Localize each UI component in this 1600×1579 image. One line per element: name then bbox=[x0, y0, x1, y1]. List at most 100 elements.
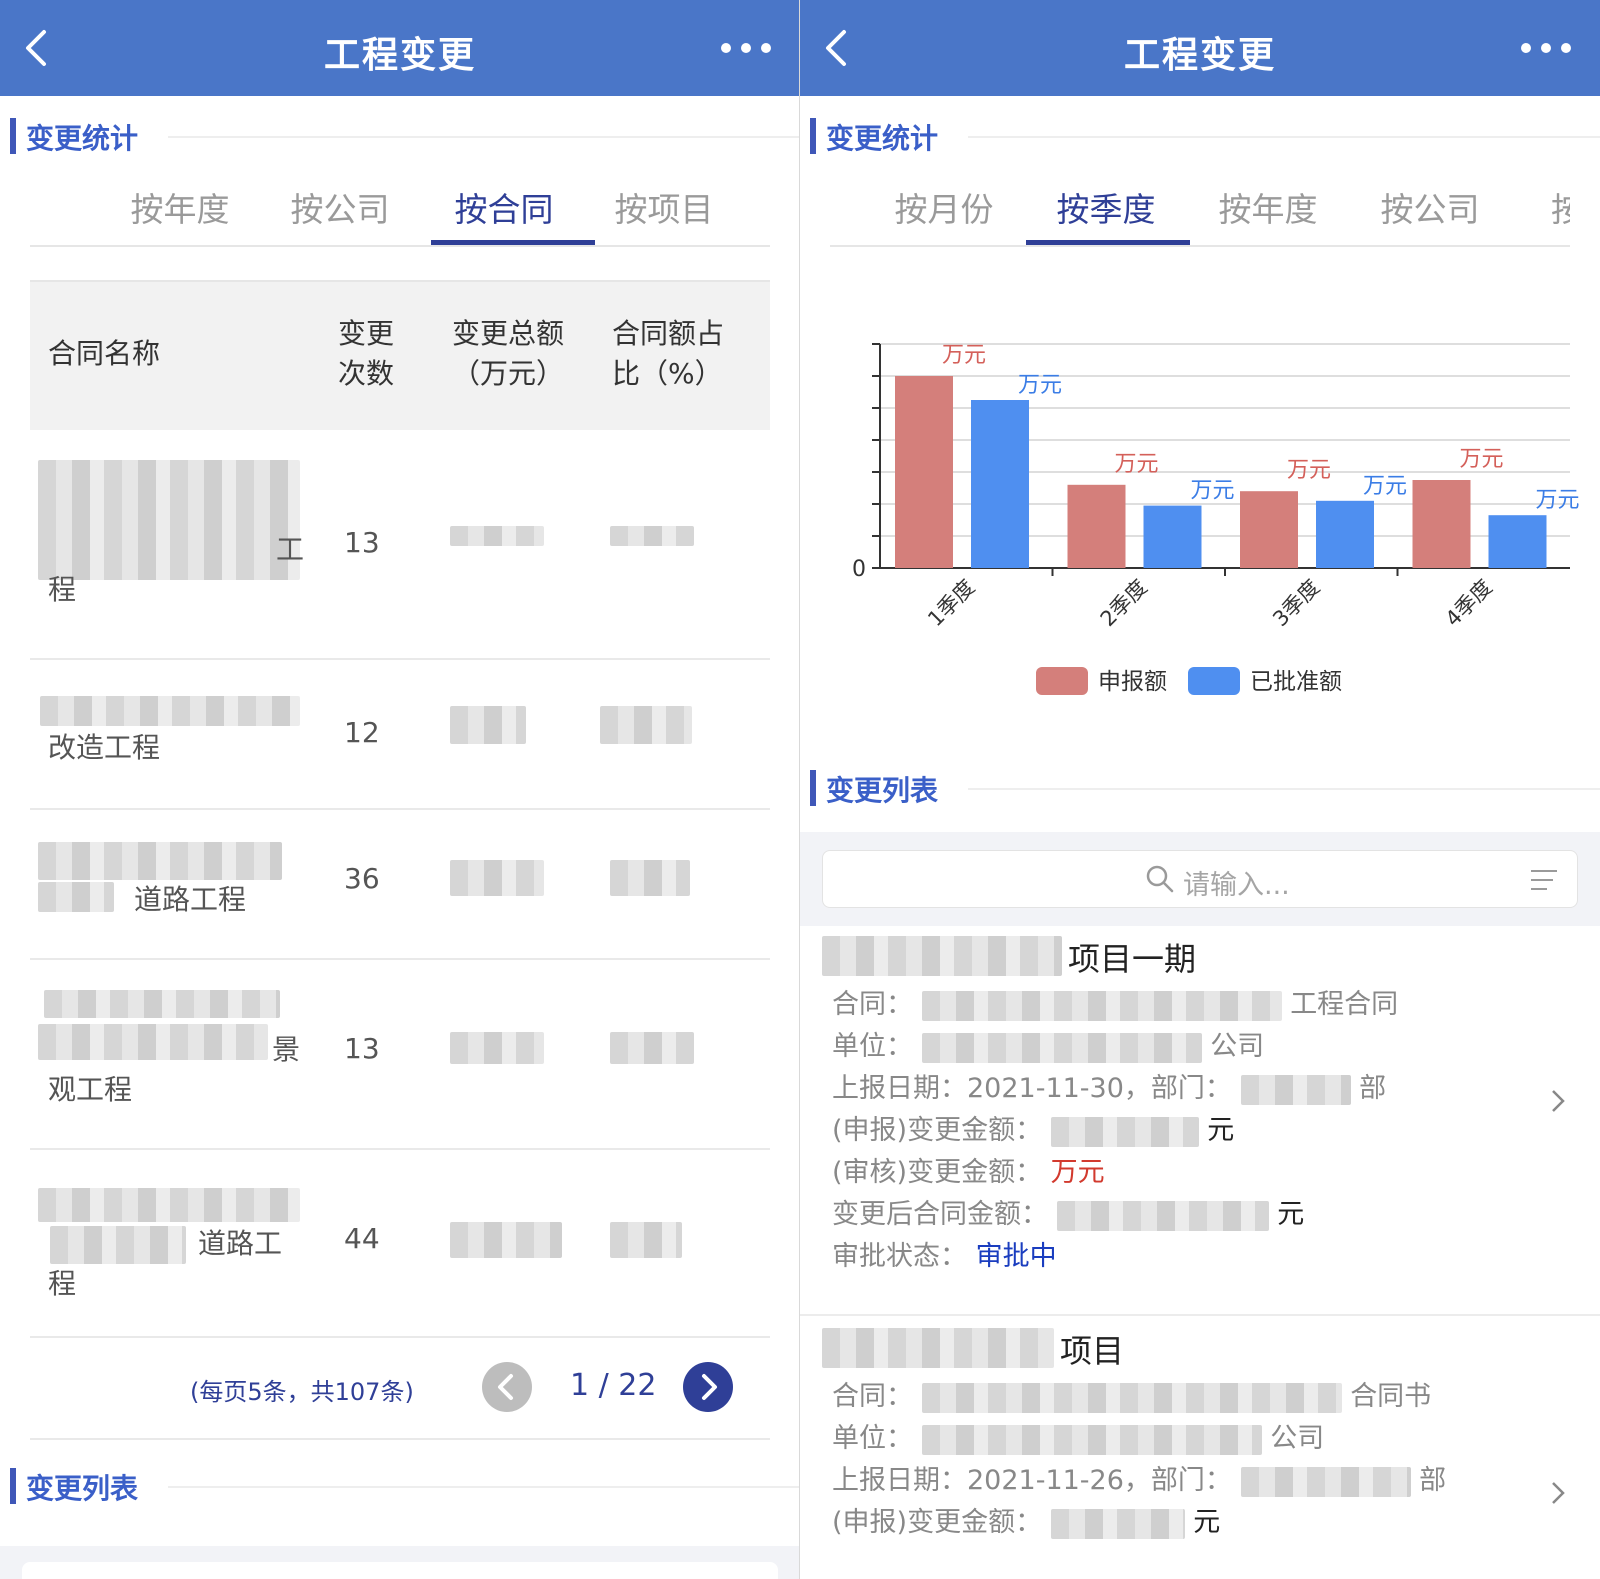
data-label: 万元 bbox=[1536, 488, 1580, 513]
table-row[interactable]: 道路工 程 44 bbox=[30, 1150, 770, 1338]
bar-declared bbox=[1240, 491, 1298, 568]
redacted-text bbox=[40, 696, 300, 726]
redacted-text bbox=[822, 1328, 1054, 1368]
redacted-text bbox=[38, 842, 282, 880]
more-icon[interactable] bbox=[1518, 36, 1574, 60]
section-header-stats: 变更统计 bbox=[800, 112, 1600, 162]
change-count: 13 bbox=[344, 526, 380, 559]
section-title: 变更统计 bbox=[26, 122, 139, 155]
table-row[interactable]: 工 程 13 bbox=[30, 430, 770, 660]
audited-amount: 万元 bbox=[1050, 1157, 1105, 1188]
redacted-text bbox=[822, 936, 1062, 976]
redacted-total bbox=[450, 860, 544, 896]
bar-declared bbox=[1412, 480, 1471, 568]
redacted-total bbox=[450, 526, 544, 546]
bar-approved bbox=[1488, 515, 1547, 568]
section-header-stats: 变更统计 bbox=[0, 112, 800, 162]
redacted-ratio bbox=[610, 1222, 682, 1258]
change-list-item[interactable]: 项目 合同： 合同书 单位： 公司 上报日期：2021-11-26，部门： 部 … bbox=[800, 1318, 1600, 1579]
tab-contract[interactable]: 按合同 bbox=[422, 183, 586, 231]
tab-quarter[interactable]: 按季度 bbox=[1024, 183, 1188, 231]
redacted-ratio bbox=[610, 1032, 694, 1064]
more-icon[interactable] bbox=[718, 36, 774, 60]
chevron-right-icon bbox=[1552, 1482, 1565, 1504]
redacted-text bbox=[44, 990, 280, 1018]
tab-quarter[interactable]: 度 bbox=[30, 183, 66, 231]
redacted-total bbox=[450, 706, 526, 744]
table-row[interactable]: 景 观工程 13 bbox=[30, 960, 770, 1150]
quarter-bar-chart: 0 万元 万元 1季度 万元 万元 2季度 万元 万元 3季度 万元 万元 4季度 申报额 已批准额 bbox=[800, 330, 1600, 730]
tab-year[interactable]: 按年度 bbox=[1186, 183, 1350, 231]
chart-svg: 0万元万元1季度万元万元2季度万元万元3季度万元万元4季度申报额 已批准额 bbox=[852, 343, 1580, 695]
chevron-left-icon bbox=[498, 1374, 513, 1400]
y-tick-label: 0 bbox=[852, 557, 866, 582]
redacted-ratio bbox=[600, 706, 692, 744]
active-tab-indicator bbox=[1026, 240, 1190, 245]
table-row[interactable]: 道路工程 36 bbox=[30, 810, 770, 960]
legend-swatch bbox=[1036, 667, 1088, 695]
tab-company[interactable]: 按公司 bbox=[1348, 183, 1512, 231]
page-indicator: 1 / 22 bbox=[570, 1368, 657, 1403]
data-label: 万元 bbox=[1018, 373, 1062, 398]
data-label: 万元 bbox=[1363, 474, 1407, 499]
tab-contract[interactable]: 按合 bbox=[1502, 183, 1570, 231]
right-screen: 工程变更 变更统计 按月份 按季度 按年度 按公司 按合 0万元万元1季度万元万… bbox=[800, 0, 1600, 1579]
bar-approved bbox=[1316, 500, 1374, 568]
page-title: 工程变更 bbox=[323, 35, 476, 76]
legend-label: 已批准额 bbox=[1250, 669, 1342, 695]
redacted-ratio bbox=[610, 526, 694, 546]
nav-bar: 工程变更 bbox=[0, 0, 800, 96]
section-header-list: 变更列表 bbox=[800, 764, 1600, 814]
redacted-ratio bbox=[610, 860, 690, 896]
change-count: 36 bbox=[344, 862, 380, 895]
x-tick-label: 3季度 bbox=[1268, 575, 1324, 631]
col-change-total: 变更总额 （万元） bbox=[452, 317, 565, 390]
section-title: 变更统计 bbox=[826, 122, 939, 155]
change-count: 44 bbox=[344, 1222, 380, 1255]
bar-declared bbox=[1067, 484, 1126, 568]
search-icon bbox=[1146, 865, 1174, 893]
search-area: 请输入... bbox=[800, 832, 1600, 926]
redacted-total bbox=[450, 1222, 562, 1258]
table-header: 合同名称 变更 次数 变更总额 （万元） 合同额占 比（%） bbox=[30, 280, 770, 430]
pagination: (每页5条，共107条) 1 / 22 bbox=[30, 1320, 770, 1440]
prev-page-button[interactable] bbox=[482, 1362, 532, 1412]
change-list-item[interactable]: 项目一期 合同： 工程合同 单位： 公司 上报日期：2021-11-30，部门：… bbox=[800, 926, 1600, 1316]
col-contract-name: 合同名称 bbox=[48, 337, 161, 370]
back-arrow-icon[interactable] bbox=[14, 24, 62, 72]
filter-icon[interactable] bbox=[1529, 868, 1559, 892]
redacted-total bbox=[450, 1032, 544, 1064]
data-label: 万元 bbox=[942, 343, 986, 368]
bar-approved bbox=[971, 400, 1029, 568]
change-count: 12 bbox=[344, 716, 380, 749]
table-row[interactable]: 改造工程 12 bbox=[30, 660, 770, 810]
left-screen: 工程变更 变更统计 度 按年度 按公司 按合同 按项目 合同名称 变更 次数 变… bbox=[0, 0, 800, 1579]
section-title: 变更列表 bbox=[826, 774, 939, 807]
back-arrow-icon[interactable] bbox=[814, 24, 862, 72]
x-tick-label: 4季度 bbox=[1441, 575, 1497, 631]
x-tick-label: 1季度 bbox=[923, 575, 979, 631]
search-input[interactable]: 请输入... bbox=[822, 850, 1578, 908]
tab-year[interactable]: 按年度 bbox=[98, 183, 262, 231]
chevron-right-icon bbox=[1552, 1090, 1565, 1112]
legend-swatch bbox=[1188, 667, 1240, 695]
tab-company[interactable]: 按公司 bbox=[258, 183, 422, 231]
bar-approved bbox=[1143, 505, 1202, 568]
data-label: 万元 bbox=[1460, 447, 1504, 472]
legend-label: 申报额 bbox=[1098, 669, 1167, 695]
item-title: 项目一期 bbox=[1068, 940, 1197, 978]
change-count: 13 bbox=[344, 1032, 380, 1065]
bar-declared bbox=[895, 376, 953, 568]
tab-month[interactable]: 按月份 bbox=[862, 183, 1026, 231]
stats-tabs: 度 按年度 按公司 按合同 按项目 bbox=[30, 165, 770, 247]
next-page-button[interactable] bbox=[683, 1362, 733, 1412]
nav-bar: 工程变更 bbox=[800, 0, 1600, 96]
col-contract-ratio: 合同额占 比（%） bbox=[612, 317, 725, 390]
active-tab-indicator bbox=[431, 240, 595, 245]
status-badge: 审批中 bbox=[975, 1241, 1057, 1272]
page-title: 工程变更 bbox=[1123, 35, 1276, 76]
tab-project[interactable]: 按项目 bbox=[582, 183, 746, 231]
section-header-list: 变更列表 bbox=[0, 1462, 800, 1512]
chevron-right-icon bbox=[702, 1374, 717, 1400]
section-title: 变更列表 bbox=[26, 1472, 139, 1505]
